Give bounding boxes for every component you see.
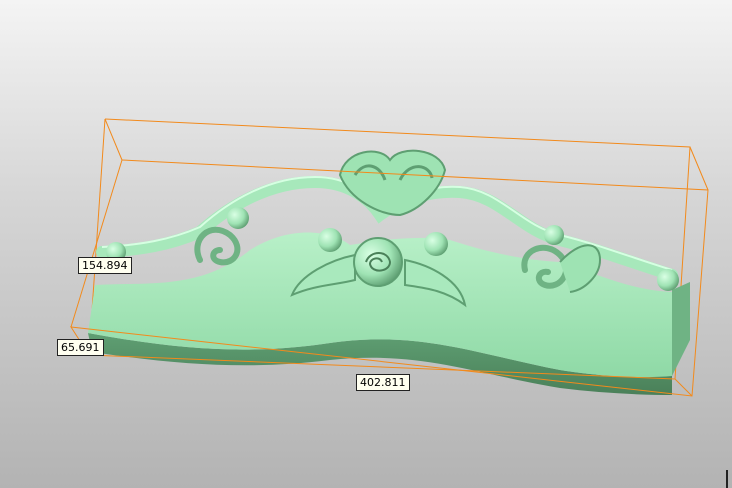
viewport-corner-marker [726, 470, 728, 488]
3d-viewport[interactable]: 154.894 65.691 402.811 [0, 0, 732, 488]
center-rose [353, 237, 403, 287]
ball-left [227, 207, 249, 229]
central-crest [338, 149, 447, 217]
model-scene[interactable] [0, 0, 732, 488]
ball-center-left [318, 228, 342, 252]
depth-dimension-label: 65.691 [57, 339, 104, 356]
ball-right [544, 225, 564, 245]
ball-center-right [424, 232, 448, 256]
ball-far-right [657, 269, 679, 291]
left-scroll-ornament [194, 226, 241, 266]
height-dimension-label: 154.894 [78, 257, 132, 274]
panel-right-face [672, 282, 690, 376]
width-dimension-label: 402.811 [356, 374, 410, 391]
